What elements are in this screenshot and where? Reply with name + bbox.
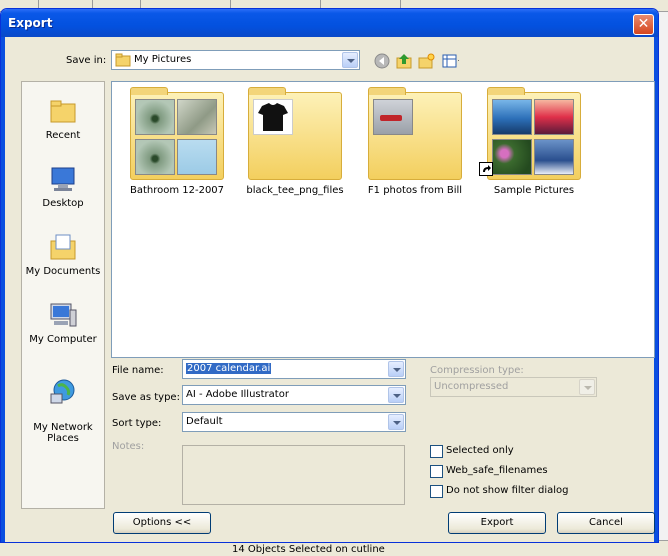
chevron-down-icon <box>388 361 404 377</box>
file-list[interactable]: Bathroom 12-2007 black_tee_png_files F1 … <box>111 81 655 358</box>
folder-icon <box>130 87 224 180</box>
save-in-label: Save in: <box>66 55 107 66</box>
export-button[interactable]: Export <box>448 512 546 534</box>
notes-box <box>182 445 405 505</box>
folder-name: F1 photos from Bill <box>367 185 463 196</box>
tshirt-icon <box>258 103 288 131</box>
photo-thumbnail <box>534 99 574 135</box>
file-name-value: 2007 calendar.ai <box>186 363 272 374</box>
photo-thumbnail <box>135 139 175 175</box>
folder-item[interactable]: Sample Pictures <box>479 87 589 212</box>
photo-thumbnail <box>373 99 413 135</box>
new-folder-icon[interactable] <box>417 52 435 70</box>
desktop-icon <box>51 167 75 191</box>
save-type-label: Save as type: <box>112 392 180 403</box>
view-menu-icon[interactable] <box>441 52 459 70</box>
sort-type-value: Default <box>186 416 223 427</box>
save-type-dropdown[interactable]: AI - Adobe Illustrator <box>182 385 406 405</box>
photo-thumbnail <box>492 99 532 135</box>
folder-name: black_tee_png_files <box>246 185 344 196</box>
folder-icon <box>368 87 462 180</box>
folder-name: Sample Pictures <box>493 185 575 196</box>
place-label: My Network Places <box>33 422 93 444</box>
network-places-icon <box>50 379 75 404</box>
cancel-button[interactable]: Cancel <box>557 512 655 534</box>
sort-type-label: Sort type: <box>112 418 162 429</box>
sort-type-dropdown[interactable]: Default <box>182 412 406 432</box>
web-safe-filenames-checkbox[interactable] <box>430 465 443 478</box>
place-network[interactable]: My Network Places <box>22 366 104 444</box>
save-type-value: AI - Adobe Illustrator <box>186 389 289 400</box>
file-name-input[interactable]: 2007 calendar.ai <box>182 359 406 379</box>
selected-only-checkbox[interactable] <box>430 445 443 458</box>
photo-thumbnail <box>135 99 175 135</box>
selected-only-label: Selected only <box>446 445 514 456</box>
place-label: Recent <box>45 130 81 141</box>
status-text: 14 Objects Selected on cutline <box>232 544 385 555</box>
photo-thumbnail <box>492 139 532 175</box>
folder-item[interactable]: Bathroom 12-2007 <box>122 87 232 212</box>
back-icon[interactable] <box>373 52 391 70</box>
chevron-down-icon <box>579 379 595 395</box>
dialog-frame-left <box>1 37 5 542</box>
file-name-label: File name: <box>112 365 164 376</box>
no-filter-dialog-label: Do not show filter dialog <box>446 485 569 496</box>
folder-icon <box>115 53 131 67</box>
folder-name: Bathroom 12-2007 <box>129 185 225 196</box>
folder-icon <box>248 87 342 180</box>
dialog-titlebar[interactable]: Export ✕ <box>1 9 658 37</box>
web-safe-filenames-label: Web_safe_filenames <box>446 465 548 476</box>
folder-item[interactable]: black_tee_png_files <box>240 87 350 212</box>
photo-thumbnail <box>534 139 574 175</box>
dialog-title: Export <box>8 16 53 30</box>
folder-item[interactable]: F1 photos from Bill <box>360 87 470 212</box>
compression-value: Uncompressed <box>434 381 509 392</box>
photo-thumbnail <box>177 139 217 175</box>
compression-dropdown: Uncompressed <box>430 377 597 397</box>
recent-folder-icon <box>50 100 76 123</box>
place-my-documents[interactable]: My Documents <box>22 232 104 277</box>
close-button[interactable]: ✕ <box>633 14 654 35</box>
folder-icon <box>487 87 581 180</box>
place-recent[interactable]: Recent <box>22 96 104 141</box>
place-my-computer[interactable]: My Computer <box>22 300 104 345</box>
compression-label: Compression type: <box>430 365 524 376</box>
shortcut-arrow-icon <box>479 162 493 176</box>
place-desktop[interactable]: Desktop <box>22 164 104 209</box>
photo-thumbnail <box>253 99 293 135</box>
chevron-down-icon <box>342 52 358 68</box>
places-bar: Recent Desktop My Documents My Computer … <box>21 81 105 509</box>
no-filter-dialog-checkbox[interactable] <box>430 485 443 498</box>
export-dialog: Export ✕ Save in: My Pictures Recent Des… <box>0 8 659 543</box>
notes-label: Notes: <box>112 441 145 452</box>
place-label: Desktop <box>42 198 84 209</box>
my-documents-icon <box>50 234 76 260</box>
my-computer-icon <box>50 303 77 327</box>
up-folder-icon[interactable] <box>395 52 413 70</box>
close-icon: ✕ <box>637 16 650 32</box>
chevron-down-icon <box>388 414 404 430</box>
save-in-dropdown[interactable]: My Pictures <box>111 50 360 70</box>
chevron-down-icon <box>388 387 404 403</box>
place-label: My Computer <box>29 334 97 345</box>
photo-thumbnail <box>177 99 217 135</box>
save-in-value: My Pictures <box>134 54 192 65</box>
options-button[interactable]: Options << <box>113 512 211 534</box>
place-label: My Documents <box>25 266 101 277</box>
